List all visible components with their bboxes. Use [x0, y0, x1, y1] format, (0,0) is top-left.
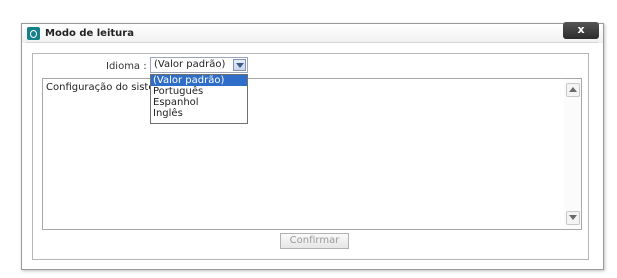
language-label: Idioma : — [106, 61, 147, 72]
dropdown-option-spanish[interactable]: Espanhol — [151, 97, 247, 108]
dropdown-option-default[interactable]: (Valor padrão) — [151, 75, 247, 86]
scroll-up-icon[interactable] — [566, 83, 580, 97]
chevron-down-icon[interactable] — [233, 59, 246, 71]
dropdown-option-portuguese[interactable]: Português — [151, 86, 247, 97]
dropdown-option-english[interactable]: Inglês — [151, 108, 247, 119]
configuration-textarea[interactable]: Configuração do siste — [42, 78, 582, 230]
dialog-title: Modo de leitura — [45, 28, 134, 39]
scroll-down-icon[interactable] — [566, 211, 580, 225]
language-select-value: (Valor padrão) — [154, 59, 226, 70]
language-dropdown-list: (Valor padrão) Português Espanhol Inglês — [150, 74, 248, 124]
confirm-button[interactable]: Confirmar — [280, 233, 349, 249]
dialog-titlebar: Modo de leitura x — [22, 22, 603, 43]
language-select[interactable]: (Valor padrão) — [150, 57, 248, 73]
close-button[interactable]: x — [563, 22, 599, 39]
app-logo-icon — [27, 27, 40, 40]
title-divider — [26, 42, 598, 43]
textarea-content: Configuração do siste — [46, 82, 155, 93]
vertical-scrollbar[interactable] — [564, 79, 581, 229]
